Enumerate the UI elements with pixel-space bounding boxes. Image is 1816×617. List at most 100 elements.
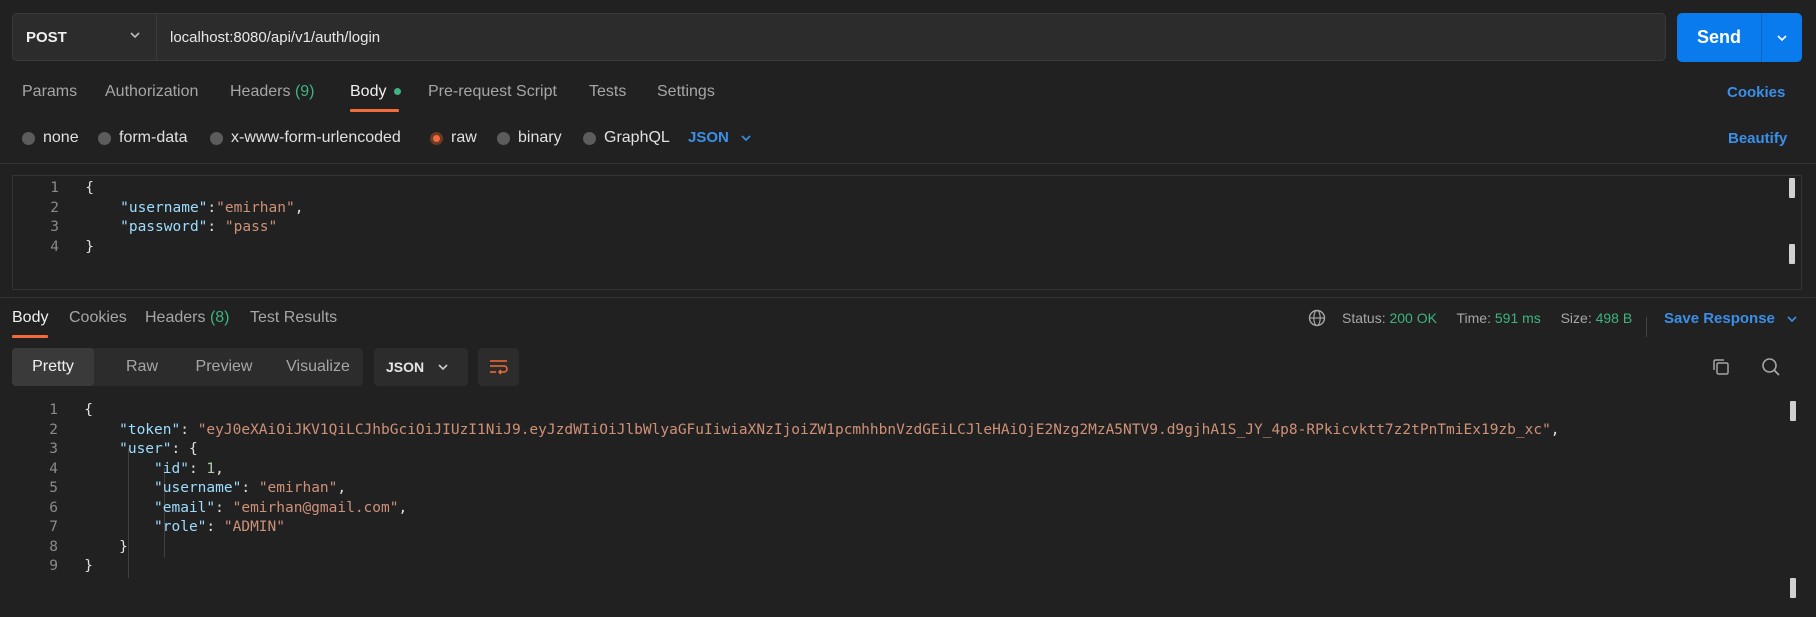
response-tab-headers[interactable]: Headers (8) bbox=[145, 309, 230, 327]
response-tab-body[interactable]: Body bbox=[12, 309, 48, 327]
code-token: "user" bbox=[119, 441, 172, 457]
code-token: 1 bbox=[206, 460, 216, 477]
request-body-editor[interactable]: 1 {2 "username":"emirhan", 3 "password": … bbox=[12, 175, 1802, 290]
radio-binary[interactable]: binary bbox=[497, 129, 562, 147]
wrap-lines-button[interactable] bbox=[478, 348, 519, 386]
code-line: 4 } bbox=[33, 237, 303, 257]
view-pretty[interactable]: Pretty bbox=[12, 348, 94, 386]
radio-icon bbox=[210, 131, 223, 145]
scrollbar-thumb[interactable] bbox=[1790, 401, 1796, 421]
code-line: 5 "username": "emirhan", bbox=[32, 478, 1560, 498]
scrollbar-thumb[interactable] bbox=[1789, 178, 1795, 198]
save-response-button[interactable]: Save Response bbox=[1664, 310, 1799, 327]
code-token: : bbox=[215, 499, 233, 516]
chevron-down-icon bbox=[1787, 315, 1797, 322]
radio-raw[interactable]: raw bbox=[430, 129, 477, 147]
view-raw[interactable]: Raw bbox=[102, 348, 182, 386]
code-token: "eyJ0eXAiOiJKV1QiLCJhbGciOiJIUzI1NiJ9.ey… bbox=[197, 421, 1551, 438]
search-icon[interactable] bbox=[1761, 357, 1781, 377]
send-button[interactable]: Send bbox=[1677, 13, 1802, 62]
code-line: 8 } bbox=[32, 537, 1560, 557]
method-select[interactable]: POST bbox=[13, 14, 157, 60]
modified-dot-icon bbox=[393, 88, 401, 96]
code-token: : bbox=[206, 519, 224, 535]
tab-body-label: Body bbox=[350, 83, 387, 100]
tab-authorization[interactable]: Authorization bbox=[105, 83, 198, 101]
time-label: Time: bbox=[1456, 310, 1491, 326]
radio-graphql-label: GraphQL bbox=[604, 129, 670, 146]
tab-tests[interactable]: Tests bbox=[589, 83, 626, 101]
scrollbar-thumb[interactable] bbox=[1790, 578, 1796, 598]
code-token: : { bbox=[171, 441, 198, 457]
radio-icon bbox=[98, 131, 111, 145]
tab-params[interactable]: Params bbox=[22, 83, 77, 101]
response-status-bar: Status: 200 OK Time: 591 ms Size: 498 B bbox=[1342, 310, 1632, 326]
code-line: 4 "id": 1, bbox=[32, 459, 1560, 479]
radio-raw-label: raw bbox=[451, 129, 477, 146]
tab-headers-count: (9) bbox=[294, 83, 315, 100]
code-line: 1 { bbox=[33, 178, 303, 198]
code-token: , bbox=[294, 199, 304, 216]
view-visualize[interactable]: Visualize bbox=[276, 348, 360, 386]
code-token: "id" bbox=[154, 460, 189, 477]
cookies-link[interactable]: Cookies bbox=[1727, 84, 1785, 101]
request-url-bar: POST localhost:8080/api/v1/auth/login bbox=[12, 13, 1666, 61]
radio-urlencoded-label: x-www-form-urlencoded bbox=[231, 129, 401, 146]
line-number: 5 bbox=[49, 480, 58, 496]
code-token: "email" bbox=[154, 499, 216, 516]
code-token: } bbox=[84, 558, 93, 574]
code-line: 3 "user": { bbox=[32, 439, 1560, 459]
code-token: { bbox=[84, 402, 93, 418]
active-tab-indicator bbox=[12, 335, 48, 338]
url-input[interactable]: localhost:8080/api/v1/auth/login bbox=[170, 14, 380, 60]
response-tab-headers-label: Headers bbox=[145, 309, 206, 326]
radio-graphql[interactable]: GraphQL bbox=[583, 129, 670, 147]
code-token: , bbox=[398, 499, 408, 516]
response-format-select[interactable]: JSON bbox=[374, 348, 468, 386]
line-number: 8 bbox=[49, 538, 58, 555]
view-preview[interactable]: Preview bbox=[184, 348, 264, 386]
scrollbar-thumb[interactable] bbox=[1789, 244, 1795, 264]
radio-none[interactable]: none bbox=[22, 129, 79, 147]
code-token: "username" bbox=[120, 199, 208, 216]
line-number: 4 bbox=[50, 238, 59, 255]
globe-icon[interactable] bbox=[1308, 309, 1326, 327]
tab-body[interactable]: Body bbox=[350, 83, 401, 101]
body-format-select[interactable]: JSON bbox=[688, 129, 753, 146]
code-token: : bbox=[207, 219, 225, 235]
copy-icon[interactable] bbox=[1711, 357, 1731, 377]
response-tab-test-results[interactable]: Test Results bbox=[250, 309, 337, 327]
tab-settings[interactable]: Settings bbox=[657, 83, 715, 101]
radio-form-data[interactable]: form-data bbox=[98, 129, 187, 147]
line-number: 6 bbox=[49, 499, 58, 516]
time-value: 591 ms bbox=[1494, 310, 1541, 326]
status-value: 200 OK bbox=[1389, 310, 1437, 326]
tab-headers[interactable]: Headers (9) bbox=[230, 83, 315, 101]
url-text: localhost:8080/api/v1/auth/login bbox=[170, 28, 381, 46]
response-code-lines: 1 {2 "token": "eyJ0eXAiOiJKV1QiLCJhbGciO… bbox=[32, 400, 1560, 576]
tab-pre-request-script[interactable]: Pre-request Script bbox=[428, 83, 557, 101]
radio-form-data-label: form-data bbox=[119, 129, 188, 146]
line-number: 1 bbox=[50, 180, 59, 196]
response-tab-cookies[interactable]: Cookies bbox=[69, 309, 127, 327]
send-options-button[interactable] bbox=[1762, 13, 1802, 62]
code-token: : bbox=[207, 199, 217, 216]
code-line: 3 "password": "pass" bbox=[33, 217, 303, 237]
response-body-viewer[interactable]: 1 {2 "token": "eyJ0eXAiOiJKV1QiLCJhbGciO… bbox=[12, 400, 1802, 610]
radio-x-www-form-urlencoded[interactable]: x-www-form-urlencoded bbox=[210, 129, 401, 147]
line-number: 4 bbox=[49, 460, 58, 477]
body-format-label: JSON bbox=[688, 129, 729, 146]
code-token: "username" bbox=[154, 480, 242, 496]
beautify-link[interactable]: Beautify bbox=[1728, 130, 1787, 147]
code-token: : bbox=[241, 480, 259, 496]
size-value: 498 B bbox=[1595, 310, 1633, 326]
code-token: "role" bbox=[154, 519, 207, 535]
code-token: { bbox=[85, 180, 94, 196]
